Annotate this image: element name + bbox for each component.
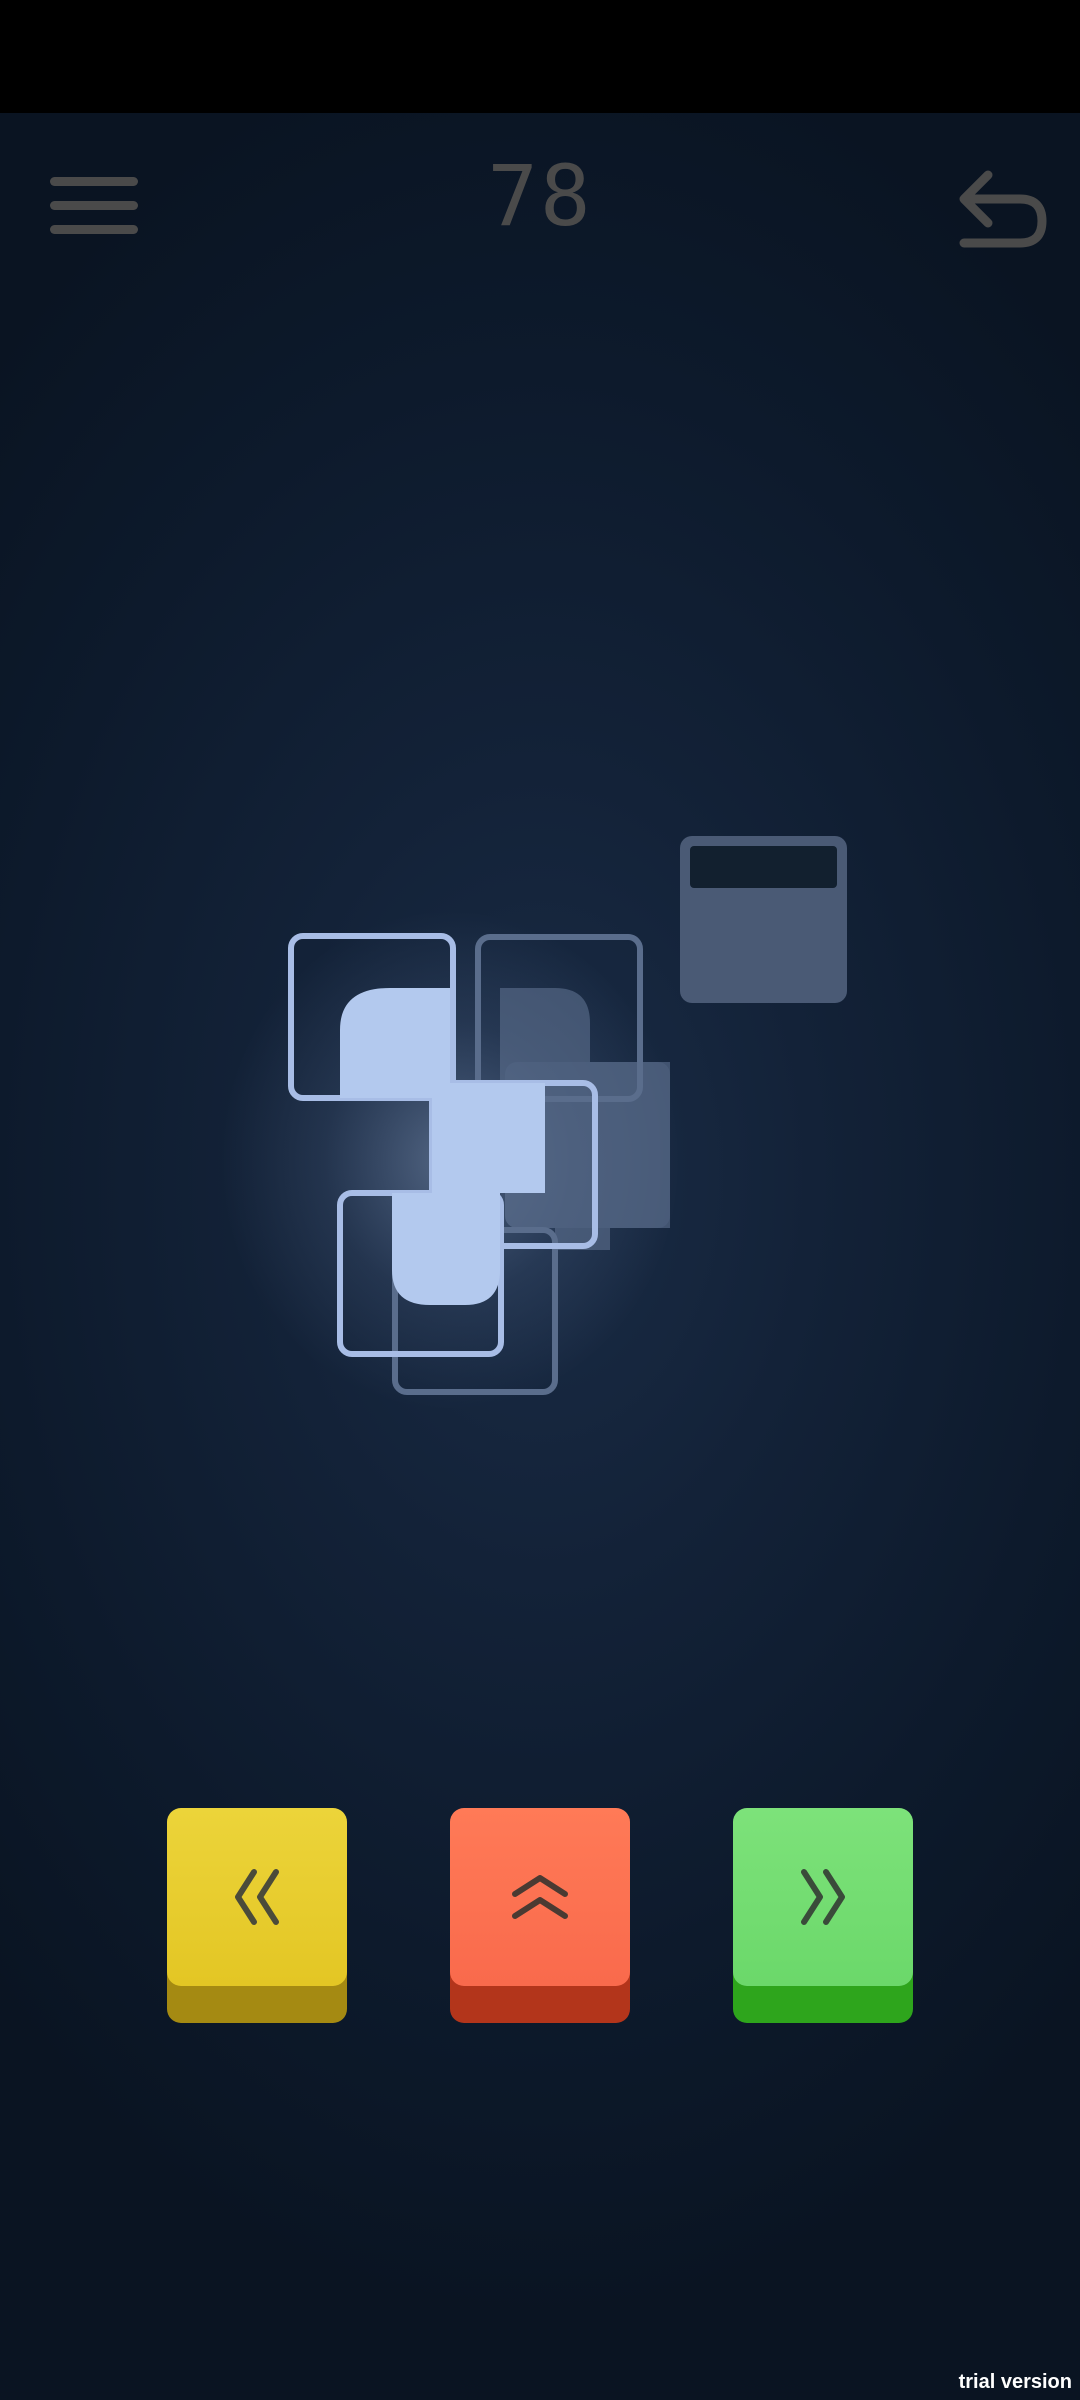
button-face	[450, 1808, 630, 1986]
target-block	[680, 836, 847, 1003]
double-chevron-right-icon	[801, 1869, 845, 1925]
trial-version-label: trial version	[958, 2371, 1072, 2393]
button-face	[167, 1808, 347, 1986]
rotate-up-button[interactable]	[450, 1808, 630, 2023]
move-right-button[interactable]	[733, 1808, 913, 2023]
move-left-button[interactable]	[167, 1808, 347, 2023]
button-face	[733, 1808, 913, 1986]
puzzle-board	[220, 836, 847, 1410]
double-chevron-left-icon	[235, 1869, 279, 1925]
double-chevron-up-icon	[512, 1875, 568, 1919]
